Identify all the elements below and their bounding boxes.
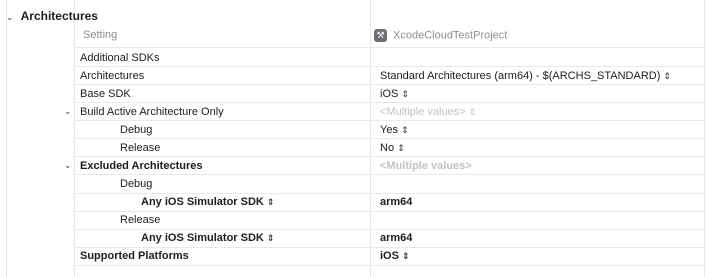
row-base-sdk-value[interactable]: iOS ⇕ <box>380 88 409 100</box>
row-divider <box>74 120 704 121</box>
row-excluded-label[interactable]: Excluded Architectures <box>80 160 202 172</box>
sdk-label-text: Any iOS Simulator SDK <box>141 196 264 208</box>
updown-icon[interactable]: ⇕ <box>402 251 410 261</box>
row-excluded-release-sim-label[interactable]: Any iOS Simulator SDK ⇕ <box>141 232 274 244</box>
row-excluded-release-label[interactable]: Release <box>120 214 160 226</box>
hammer-icon: ⚒ <box>374 29 387 42</box>
row-supported-platforms-value[interactable]: iOS ⇕ <box>380 250 410 262</box>
row-divider <box>74 211 704 212</box>
section-title: Architectures <box>20 9 98 23</box>
updown-icon[interactable]: ⇕ <box>397 143 405 153</box>
row-excluded-value[interactable]: <Multiple values> <box>380 160 472 172</box>
build-active-value-text: <Multiple values> <box>380 106 466 118</box>
sdk-label-text: Any iOS Simulator SDK <box>141 232 264 244</box>
row-divider <box>74 84 704 85</box>
row-build-active-release-value[interactable]: No ⇕ <box>380 142 405 154</box>
row-excluded-debug-label[interactable]: Debug <box>120 178 152 190</box>
row-divider <box>74 174 704 175</box>
row-excluded-debug-sim-value[interactable]: arm64 <box>380 196 412 208</box>
row-divider <box>74 156 704 157</box>
row-divider <box>74 229 704 230</box>
updown-icon[interactable]: ⇕ <box>401 125 409 135</box>
row-build-active-debug-label[interactable]: Debug <box>120 124 152 136</box>
column-header-setting[interactable]: Setting <box>83 29 117 41</box>
row-architectures-label[interactable]: Architectures <box>80 70 144 82</box>
row-divider <box>74 265 704 266</box>
chevron-down-icon[interactable]: ⌄ <box>6 12 14 22</box>
section-architectures[interactable]: ⌄ Architectures <box>6 9 98 23</box>
row-excluded-debug-sim-label[interactable]: Any iOS Simulator SDK ⇕ <box>141 196 274 208</box>
row-divider <box>74 193 704 194</box>
row-divider <box>74 138 704 139</box>
build-active-release-value-text: No <box>380 142 395 154</box>
updown-icon[interactable]: ⇕ <box>267 233 275 243</box>
row-build-active-label[interactable]: Build Active Architecture Only <box>80 106 224 118</box>
base-sdk-value-text: iOS <box>380 88 399 100</box>
updown-icon[interactable]: ⇕ <box>469 107 477 117</box>
chevron-down-icon[interactable]: ⌄ <box>64 106 72 117</box>
header-divider <box>74 47 704 48</box>
row-divider <box>74 247 704 248</box>
build-active-debug-value-text: Yes <box>380 124 398 136</box>
column-divider-right <box>704 0 705 277</box>
row-divider <box>74 66 704 67</box>
chevron-down-icon[interactable]: ⌄ <box>64 160 72 171</box>
row-architectures-value[interactable]: Standard Architectures (arm64) - $(ARCHS… <box>380 70 671 82</box>
row-build-active-debug-value[interactable]: Yes ⇕ <box>380 124 409 136</box>
column-divider-left <box>6 0 7 277</box>
row-excluded-release-sim-value[interactable]: arm64 <box>380 232 412 244</box>
architectures-value-text: Standard Architectures (arm64) - $(ARCHS… <box>380 70 661 82</box>
column-header-project[interactable]: ⚒ XcodeCloudTestProject <box>374 29 507 42</box>
updown-icon[interactable]: ⇕ <box>267 197 275 207</box>
row-build-active-release-label[interactable]: Release <box>120 142 160 154</box>
row-divider <box>74 102 704 103</box>
supported-platforms-value-text: iOS <box>380 250 399 262</box>
updown-icon[interactable]: ⇕ <box>663 71 671 81</box>
updown-icon[interactable]: ⇕ <box>401 89 409 99</box>
row-supported-platforms-label[interactable]: Supported Platforms <box>80 250 189 262</box>
row-base-sdk-label[interactable]: Base SDK <box>80 88 131 100</box>
row-additional-sdks-label[interactable]: Additional SDKs <box>80 52 160 64</box>
project-name: XcodeCloudTestProject <box>393 29 508 42</box>
row-build-active-value[interactable]: <Multiple values> ⇕ <box>380 106 476 118</box>
